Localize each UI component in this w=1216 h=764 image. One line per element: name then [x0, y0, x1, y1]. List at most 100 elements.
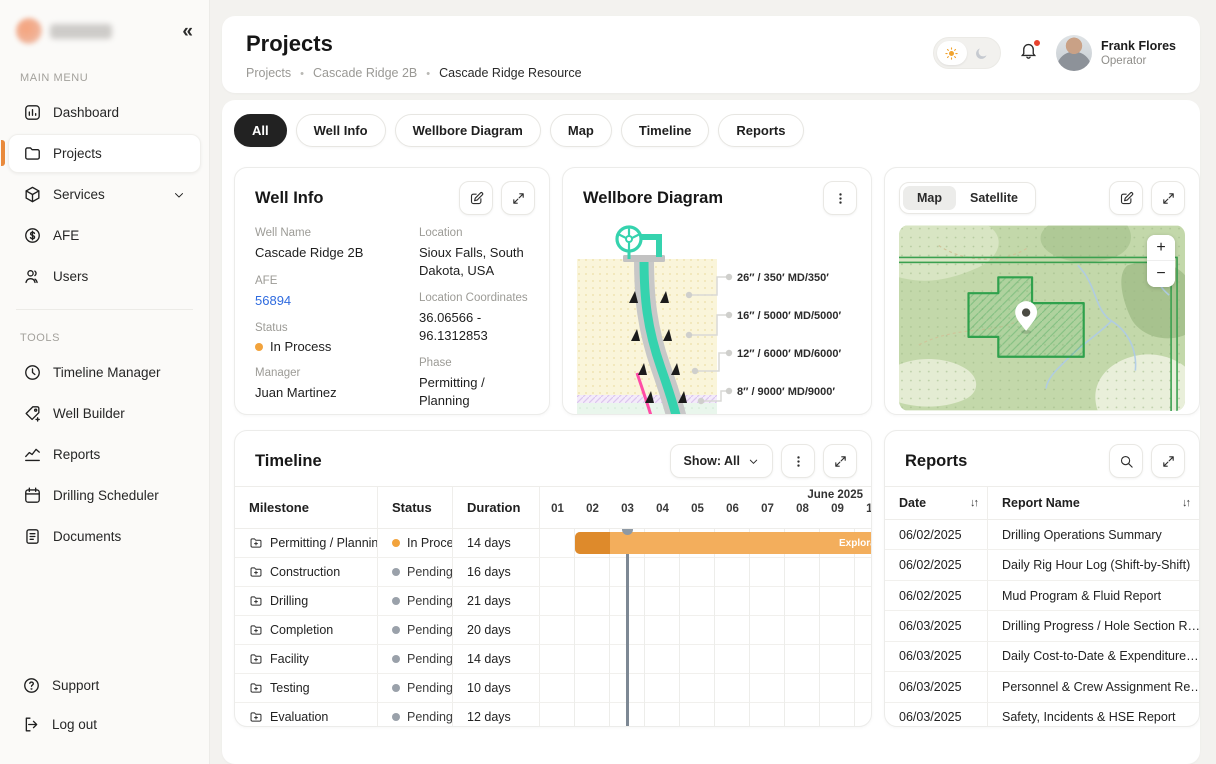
milestone-cell[interactable]: Drilling [235, 587, 378, 615]
show-filter-dropdown[interactable]: Show: All [670, 444, 773, 478]
user-menu[interactable]: Frank Flores Operator [1056, 35, 1176, 71]
table-row[interactable]: 06/02/2025 Mud Program & Fluid Report [885, 581, 1199, 611]
expand-button[interactable] [823, 444, 857, 478]
view-tab[interactable]: Map [550, 114, 612, 147]
milestone-cell[interactable]: Testing [235, 674, 378, 702]
view-tab[interactable]: Timeline [621, 114, 710, 147]
expand-icon [1161, 191, 1176, 206]
theme-toggle[interactable] [933, 37, 1001, 69]
edit-button[interactable] [459, 181, 493, 215]
report-name-cell[interactable]: Daily Cost-to-Date & Expenditure… [988, 642, 1199, 671]
expand-button[interactable] [501, 181, 535, 215]
zoom-in-button[interactable]: + [1147, 235, 1175, 261]
edit-icon [469, 191, 484, 206]
sidebar-collapse-button[interactable]: « [182, 22, 193, 41]
view-tab[interactable]: Reports [718, 114, 803, 147]
table-row[interactable]: 06/03/2025 Daily Cost-to-Date & Expendit… [885, 642, 1199, 672]
reports-actions [1109, 444, 1185, 478]
report-name-cell[interactable]: Mud Program & Fluid Report [988, 581, 1199, 610]
column-header-report-name[interactable]: Report Name ↓↑ [988, 487, 1199, 519]
report-name-cell[interactable]: Drilling Progress / Hole Section R… [988, 611, 1199, 640]
gantt-chart: Exploration [540, 529, 871, 727]
support-button[interactable]: Support [8, 667, 201, 704]
view-tab[interactable]: Well Info [296, 114, 386, 147]
satellite-view-button[interactable]: Satellite [956, 186, 1032, 210]
report-date-cell: 06/02/2025 [885, 581, 988, 610]
sidebar-item-users[interactable]: Users [8, 257, 201, 296]
casing-label: 12″ / 6000′ MD/6000′ [737, 348, 841, 360]
sort-icon[interactable]: ↓↑ [970, 497, 977, 509]
column-header-status[interactable]: Status [378, 487, 453, 528]
search-button[interactable] [1109, 444, 1143, 478]
gantt-day: 05 [680, 503, 715, 528]
view-tab[interactable]: All [234, 114, 287, 147]
dark-mode-option[interactable] [967, 41, 997, 65]
milestone-cell[interactable]: Evaluation [235, 703, 378, 727]
breadcrumb-item[interactable]: Cascade Ridge Resource [426, 66, 581, 80]
main-menu-section-title: MAIN MENU [0, 62, 209, 92]
logout-button[interactable]: Log out [8, 706, 201, 743]
report-name-cell[interactable]: Drilling Operations Summary [988, 520, 1199, 549]
table-row[interactable]: 06/03/2025 Safety, Incidents & HSE Repor… [885, 703, 1199, 727]
casing-label: 26″ / 350′ MD/350′ [737, 272, 829, 284]
report-date-cell: 06/03/2025 [885, 642, 988, 671]
report-name-cell[interactable]: Personnel & Crew Assignment Re… [988, 672, 1199, 701]
table-row[interactable]: 06/02/2025 Daily Rig Hour Log (Shift-by-… [885, 550, 1199, 580]
column-label: Date [899, 496, 926, 510]
map-header: Map Satellite [885, 168, 1199, 223]
expand-button[interactable] [1151, 181, 1185, 215]
breadcrumb-item[interactable]: Projects [246, 66, 291, 80]
report-date-cell: 06/02/2025 [885, 520, 988, 549]
column-header-date[interactable]: Date ↓↑ [885, 487, 988, 519]
status-value: In Process [255, 339, 399, 354]
report-name-cell[interactable]: Daily Rig Hour Log (Shift-by-Shift) [988, 550, 1199, 579]
map-canvas[interactable]: + − [899, 225, 1185, 411]
expand-button[interactable] [1151, 444, 1185, 478]
sidebar-item-drilling-scheduler[interactable]: Drilling Scheduler [8, 476, 201, 515]
sidebar-item-afe[interactable]: AFE [8, 216, 201, 255]
column-header-duration[interactable]: Duration [453, 487, 540, 528]
sidebar-item-services[interactable]: Services [8, 175, 201, 214]
sidebar-item-documents[interactable]: Documents [8, 517, 201, 556]
logo-icon [16, 18, 42, 44]
kebab-menu-button[interactable] [823, 181, 857, 215]
wellbore-header: Wellbore Diagram [563, 168, 871, 223]
table-row[interactable]: 06/02/2025 Drilling Operations Summary [885, 520, 1199, 550]
afe-link[interactable]: 56894 [255, 292, 399, 310]
view-tabs: All Well Info Wellbore Diagram Map Timel… [234, 114, 1188, 147]
help-circle-icon [22, 676, 41, 695]
breadcrumb[interactable]: Projects Cascade Ridge 2B Cascade Ridge Re… [246, 66, 582, 80]
tools-section-title: TOOLS [0, 322, 209, 352]
breadcrumb-item[interactable]: Cascade Ridge 2B [300, 66, 417, 80]
view-tab[interactable]: Wellbore Diagram [395, 114, 541, 147]
sidebar-item-dashboard[interactable]: Dashboard [8, 93, 201, 132]
column-header-milestone[interactable]: Milestone [235, 487, 378, 528]
light-mode-option[interactable] [937, 41, 967, 65]
sort-icon[interactable]: ↓↑ [1182, 497, 1189, 509]
kebab-menu-button[interactable] [781, 444, 815, 478]
sidebar-item-reports[interactable]: Reports [8, 435, 201, 474]
zoom-out-button[interactable]: − [1147, 261, 1175, 287]
map-actions [1109, 181, 1185, 215]
table-row[interactable]: 06/03/2025 Personnel & Crew Assignment R… [885, 672, 1199, 702]
sidebar-item-timeline-manager[interactable]: Timeline Manager [8, 353, 201, 392]
expand-icon [833, 454, 848, 469]
table-row[interactable]: 06/03/2025 Drilling Progress / Hole Sect… [885, 611, 1199, 641]
map-view-button[interactable]: Map [903, 186, 956, 210]
sidebar-item-label: AFE [53, 228, 79, 243]
milestone-cell[interactable]: Completion [235, 616, 378, 644]
gantt-bar-exploration[interactable]: Exploration [575, 532, 871, 554]
sidebar-item-projects[interactable]: Projects [8, 134, 201, 173]
milestone-cell[interactable]: Construction [235, 558, 378, 586]
folder-plus-icon [249, 594, 263, 608]
milestone-cell[interactable]: Permitting / Planning [235, 529, 378, 557]
edit-button[interactable] [1109, 181, 1143, 215]
duration-cell: 14 days [453, 529, 540, 557]
report-name-cell[interactable]: Safety, Incidents & HSE Report [988, 703, 1199, 727]
milestone-cell[interactable]: Facility [235, 645, 378, 673]
timeline-actions: Show: All [670, 444, 857, 478]
notifications-button[interactable] [1017, 39, 1040, 67]
main-area: Projects Projects Cascade Ridge 2B Cascade… [210, 0, 1216, 764]
well-info-col-right: Location Sioux Falls, South Dakota, USA … [419, 227, 537, 415]
sidebar-item-well-builder[interactable]: Well Builder [8, 394, 201, 433]
